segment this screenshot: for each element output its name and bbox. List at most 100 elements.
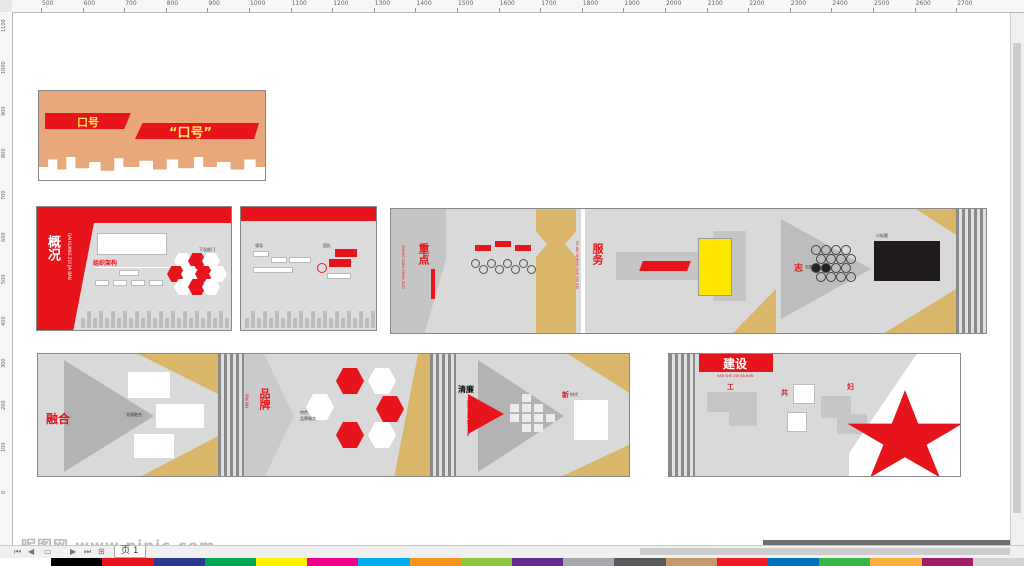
leadership-panel[interactable]: 领导 团队: [240, 206, 377, 331]
leadership-dots: [317, 263, 327, 273]
leadership-box-2: [271, 257, 287, 263]
net-node: [816, 272, 826, 282]
net-node: [826, 272, 836, 282]
vertical-scroll-thumb[interactable]: [1013, 43, 1021, 513]
leadership-box-4: [253, 267, 293, 273]
page-tab[interactable]: 页 1: [114, 546, 146, 558]
chain-red-tag: [495, 241, 511, 247]
add-page-icon[interactable]: ⊞: [98, 547, 105, 556]
hexagon-shape: [336, 422, 364, 448]
skyline-bar: [213, 318, 217, 328]
skyline-bar: [135, 311, 139, 328]
service-white-bg: [581, 209, 585, 333]
palette-swatch[interactable]: [0, 558, 52, 566]
skyline-bar: [165, 318, 169, 328]
leadership-red-tag-1: [335, 249, 357, 257]
ruler-tick: [956, 8, 958, 12]
ruler-tick-label: 600: [1, 232, 7, 242]
palette-swatch[interactable]: [614, 558, 666, 566]
hexagon-shape: [368, 422, 396, 448]
ruler-tick-label: 600: [83, 0, 96, 7]
build-label-c: 妇: [847, 382, 854, 391]
skyline-bar: [189, 318, 193, 328]
slogan-label-right: “口号”: [169, 126, 213, 141]
palette-swatch[interactable]: [460, 558, 513, 566]
ruler-tick: [165, 8, 167, 12]
ruler-tick-label: 500: [42, 0, 54, 7]
palette-swatch[interactable]: [870, 558, 922, 566]
first-page-icon[interactable]: ⏮: [14, 547, 21, 557]
skyline-bar: [105, 318, 109, 328]
ruler-tick-label: 1200: [333, 0, 349, 7]
ruler-tick-label: 2100: [707, 0, 723, 7]
palette-swatch[interactable]: [563, 558, 615, 566]
overview-panel[interactable]: 概况 GAI KUANG ZUI JIA BAN 组织架构 下设部门: [36, 206, 232, 331]
ruler-tick: [207, 8, 209, 12]
palette-swatch[interactable]: [358, 558, 410, 566]
ambition-gold-bottom: [881, 289, 956, 333]
palette-swatch[interactable]: [204, 558, 257, 566]
palette-swatch[interactable]: [409, 558, 461, 566]
build-label-b: 共: [781, 388, 788, 397]
chain-circle: [511, 265, 520, 274]
skyline-bar: [317, 318, 321, 328]
ruler-tick-label: 2600: [915, 0, 931, 7]
page-count-icon: ▭: [44, 547, 52, 556]
skyline-bar: [171, 311, 175, 328]
palette-swatch[interactable]: [307, 558, 359, 566]
palette-swatch[interactable]: [716, 558, 769, 566]
last-page-icon[interactable]: ⏭: [84, 547, 91, 557]
gold-divider-shape: [536, 209, 576, 333]
palette-swatch[interactable]: [972, 558, 1024, 566]
horizontal-scroll-thumb[interactable]: [640, 548, 1010, 555]
skyline-bar: [81, 318, 85, 328]
grid-square: [522, 424, 531, 432]
long-panel-top[interactable]: 重点 ZHONG DIAN GONG ZUO 服务 FU WU SHENG HU…: [390, 208, 987, 334]
skyline-bar: [195, 311, 199, 328]
horizontal-ruler[interactable]: 500 600 700 800 900 1000 1100 1200 1300 1400 1500 1…: [12, 0, 1024, 13]
ruler-tick-label: 1300: [374, 0, 391, 7]
palette-swatch[interactable]: [768, 558, 820, 566]
prev-page-icon[interactable]: ◀: [28, 547, 34, 556]
skyline-bar: [153, 318, 157, 328]
skyline-bar: [263, 311, 267, 328]
ruler-tick: [706, 8, 708, 12]
palette-swatch[interactable]: [921, 558, 973, 566]
integration-label: 党建融合: [126, 412, 142, 417]
ruler-tick: [540, 8, 542, 12]
long-panel-bottom[interactable]: 融合 党建融合 品牌 PIN PAI 特色 品牌服务 清廉 QING LIAN …: [37, 353, 630, 477]
ruler-tick-label: 1700: [541, 0, 557, 7]
build-panel[interactable]: 建设 JIAN SHE ZUI JIA BAN 工 共 妇: [668, 353, 961, 477]
ruler-tick-label: 700: [125, 0, 137, 7]
ruler-tick: [665, 8, 666, 12]
color-palette[interactable]: [0, 558, 1024, 566]
next-page-icon[interactable]: ▶: [70, 547, 76, 556]
skyline-bar: [123, 311, 127, 328]
skyline-bars-2: [245, 304, 375, 328]
palette-swatch[interactable]: [256, 558, 308, 566]
palette-swatch[interactable]: [153, 558, 205, 566]
ruler-tick: [914, 8, 916, 12]
vertical-ruler[interactable]: 1100 1000 900 800 700 600 500 400 300 200 100 0: [0, 12, 13, 546]
ruler-tick-label: 2400: [832, 0, 848, 7]
skyline-bar: [183, 311, 187, 328]
palette-swatch[interactable]: [51, 558, 103, 566]
ambition-gold-top: [916, 209, 956, 235]
palette-swatch[interactable]: [819, 558, 871, 566]
ruler-tick: [748, 8, 750, 12]
skyline-bar: [305, 318, 309, 328]
ruler-tick-label: 1000: [1, 61, 7, 74]
drawing-canvas[interactable]: 口号 “口号” 概况 GAI KUANG ZUI JIA BAN 组织架构 下设…: [13, 13, 1018, 562]
ruler-tick: [831, 8, 833, 12]
palette-swatch[interactable]: [512, 558, 564, 566]
slogan-board[interactable]: 口号 “口号”: [38, 90, 266, 181]
skyline-bar: [257, 318, 261, 328]
ruler-tick-label: 1500: [458, 0, 474, 7]
grid-square: [510, 414, 519, 422]
build-title: 建设: [723, 357, 748, 371]
palette-swatch[interactable]: [102, 558, 154, 566]
skyline-bar: [207, 311, 211, 328]
palette-swatch[interactable]: [665, 558, 717, 566]
vertical-scrollbar[interactable]: [1010, 13, 1024, 546]
key-subtitle: ZHONG DIAN GONG ZUO: [401, 245, 405, 289]
